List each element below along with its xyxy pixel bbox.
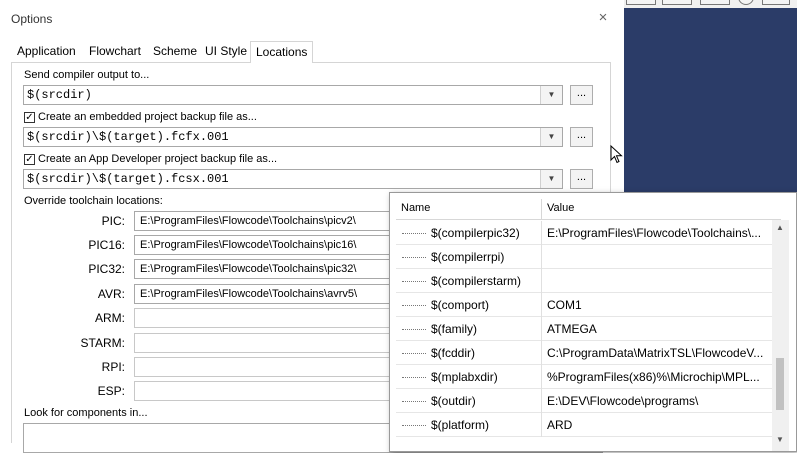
column-divider: [541, 221, 542, 245]
toolchain-label-avr: AVR:: [97, 287, 125, 301]
column-divider: [541, 245, 542, 269]
macro-name: $(family): [431, 322, 478, 336]
macro-name: $(compilerrpi): [431, 250, 505, 264]
column-divider: [541, 269, 542, 293]
dialog-title: Options: [11, 12, 53, 26]
macro-row[interactable]: $(compilerstarm): [396, 269, 772, 293]
toolchain-heading: Override toolchain locations:: [24, 195, 163, 207]
vertical-scrollbar[interactable]: ▲ ▼: [772, 220, 789, 451]
toolchain-label-starm: STARM:: [80, 336, 125, 350]
chevron-down-icon[interactable]: ▼: [540, 170, 562, 188]
tab-scheme[interactable]: Scheme: [153, 44, 197, 58]
macro-value: E:\ProgramFiles\Flowcode\Toolchains\...: [547, 226, 762, 240]
toolchain-label-pic: PIC:: [101, 214, 125, 228]
column-divider: [541, 365, 542, 389]
macro-popup: Name Value $(compilerpic32) E:\ProgramFi…: [389, 192, 797, 452]
chevron-down-icon[interactable]: ▼: [540, 128, 562, 146]
components-heading: Look for components in...: [24, 407, 148, 419]
macro-list-header: Name Value: [396, 199, 781, 220]
column-divider: [541, 389, 542, 413]
compiler-output-value: $(srcdir): [27, 88, 92, 102]
browse-embedded-backup-button[interactable]: ...: [570, 127, 593, 147]
macro-row[interactable]: $(comport) COM1: [396, 293, 772, 317]
macro-row[interactable]: $(mplabxdir) %ProgramFiles(x86)%\Microch…: [396, 365, 772, 389]
toolbar-button[interactable]: [700, 0, 730, 5]
column-divider: [541, 293, 542, 317]
embedded-backup-checkbox[interactable]: ✓: [24, 112, 35, 123]
macro-name: $(outdir): [431, 394, 476, 408]
macro-row[interactable]: $(fcddir) C:\ProgramData\MatrixTSL\Flowc…: [396, 341, 772, 365]
toolchain-field-avr[interactable]: E:\ProgramFiles\Flowcode\Toolchains\avrv…: [134, 284, 404, 304]
toolchain-field-starm[interactable]: [134, 333, 404, 353]
chevron-down-icon[interactable]: ▼: [540, 86, 562, 104]
toolbar-button[interactable]: [762, 0, 790, 5]
macro-value: %ProgramFiles(x86)%\Microchip\MPL...: [547, 370, 760, 384]
tree-connector: [402, 305, 426, 306]
tree-connector: [402, 377, 426, 378]
macro-name: $(fcddir): [431, 346, 476, 360]
tab-application[interactable]: Application: [17, 44, 76, 58]
browse-compiler-output-button[interactable]: ...: [570, 85, 593, 105]
appdev-backup-value: $(srcdir)\$(target).fcsx.001: [27, 172, 229, 186]
toolchain-field-rpi[interactable]: [134, 357, 404, 377]
embedded-backup-label: Create an embedded project backup file a…: [38, 111, 257, 123]
scrollbar-thumb[interactable]: [776, 358, 784, 410]
toolchain-field-arm[interactable]: [134, 308, 404, 328]
compiler-output-label: Send compiler output to...: [24, 69, 150, 81]
macro-value: ARD: [547, 418, 573, 432]
tree-connector: [402, 233, 426, 234]
macro-value: ATMEGA: [547, 322, 597, 336]
appdev-backup-label: Create an App Developer project backup f…: [38, 153, 278, 165]
macro-name: $(mplabxdir): [431, 370, 498, 384]
compiler-output-combo[interactable]: $(srcdir) ▼: [23, 85, 563, 105]
tree-connector: [402, 257, 426, 258]
macro-row[interactable]: $(compilerrpi): [396, 245, 772, 269]
toolchain-field-esp[interactable]: [134, 381, 404, 401]
embedded-backup-combo[interactable]: $(srcdir)\$(target).fcfx.001 ▼: [23, 127, 563, 147]
tree-connector: [402, 401, 426, 402]
tree-connector: [402, 425, 426, 426]
toolchain-field-pic32[interactable]: E:\ProgramFiles\Flowcode\Toolchains\pic3…: [134, 259, 404, 279]
column-divider: [541, 341, 542, 365]
toolchain-label-pic32: PIC32:: [88, 262, 125, 276]
column-divider: [541, 317, 542, 341]
macro-value: C:\ProgramData\MatrixTSL\FlowcodeV...: [547, 346, 764, 360]
scroll-up-icon[interactable]: ▲: [776, 223, 784, 232]
tree-connector: [402, 329, 426, 330]
close-icon[interactable]: ×: [596, 10, 610, 26]
tab-ui-style[interactable]: UI Style: [205, 44, 247, 58]
toolbar-button[interactable]: [662, 0, 692, 5]
appdev-backup-checkbox[interactable]: ✓: [24, 154, 35, 165]
macro-name: $(compilerstarm): [431, 274, 522, 288]
embedded-backup-value: $(srcdir)\$(target).fcfx.001: [27, 130, 229, 144]
toolchain-field-pic[interactable]: E:\ProgramFiles\Flowcode\Toolchains\picv…: [134, 211, 404, 231]
toolchain-field-pic16[interactable]: E:\ProgramFiles\Flowcode\Toolchains\pic1…: [134, 235, 404, 255]
macro-value: COM1: [547, 298, 582, 312]
macro-value: E:\DEV\Flowcode\programs\: [547, 394, 699, 408]
column-divider: [541, 413, 542, 437]
macro-row[interactable]: $(outdir) E:\DEV\Flowcode\programs\: [396, 389, 772, 413]
macro-row[interactable]: $(compilerpic32) E:\ProgramFiles\Flowcod…: [396, 221, 772, 245]
macro-name: $(comport): [431, 298, 490, 312]
macro-row[interactable]: $(platform) ARD: [396, 413, 772, 437]
macro-name: $(platform): [431, 418, 490, 432]
browse-appdev-backup-button[interactable]: ...: [570, 169, 593, 189]
tree-connector: [402, 353, 426, 354]
toolchain-label-esp: ESP:: [97, 384, 125, 398]
tree-connector: [402, 281, 426, 282]
toolchain-label-arm: ARM:: [95, 311, 125, 325]
mouse-cursor-icon: [610, 145, 623, 164]
toolbar-button[interactable]: [626, 0, 656, 5]
column-header-name[interactable]: Name: [398, 199, 430, 220]
column-header-value[interactable]: Value: [544, 199, 574, 220]
tab-flowchart[interactable]: Flowchart: [89, 44, 141, 58]
column-divider: [541, 199, 542, 220]
toolchain-label-rpi: RPI:: [101, 360, 125, 374]
macro-row[interactable]: $(family) ATMEGA: [396, 317, 772, 341]
macro-name: $(compilerpic32): [431, 226, 520, 240]
toolchain-label-pic16: PIC16:: [88, 238, 125, 252]
appdev-backup-combo[interactable]: $(srcdir)\$(target).fcsx.001 ▼: [23, 169, 563, 189]
tab-locations[interactable]: Locations: [250, 41, 314, 63]
